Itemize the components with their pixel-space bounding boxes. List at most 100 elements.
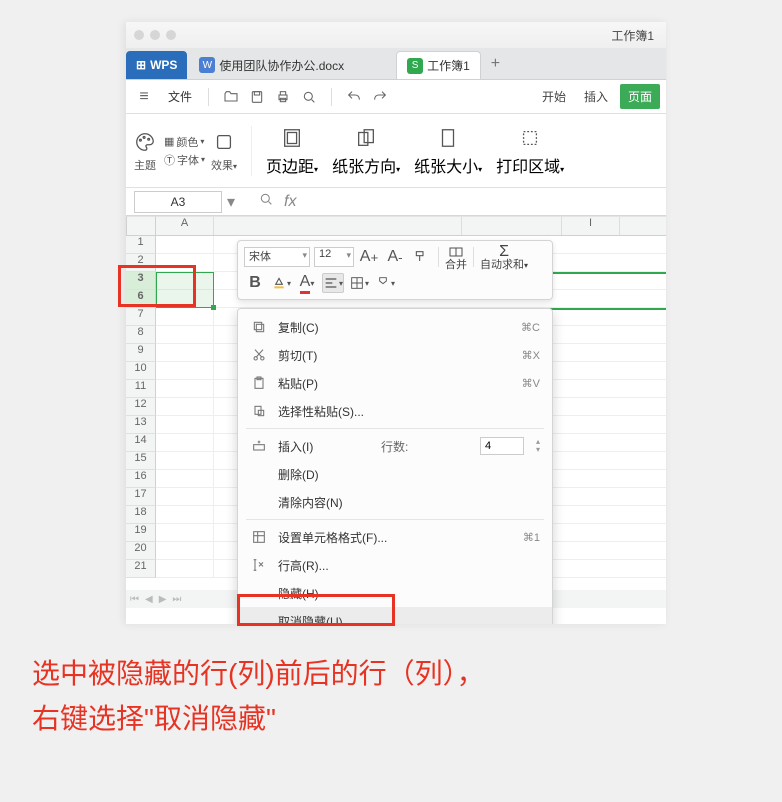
format-painter-icon[interactable] [410,247,432,267]
undo-icon[interactable] [342,85,366,109]
close-icon[interactable] [134,30,144,40]
row-header-selected[interactable]: 3 [126,272,156,290]
ctx-unhide[interactable]: 取消隐藏(U) [238,607,552,624]
wps-home-tab[interactable]: ⊞ WPS [126,51,187,79]
ctx-paste-special[interactable]: 选择性粘贴(S)... [238,397,552,425]
selection [156,272,214,308]
row-headers[interactable]: 1 2 3 6 7 8 9 10 11 12 13 14 15 16 17 18… [126,236,156,590]
font-size-select[interactable]: 12▾ [314,247,354,267]
new-tab-button[interactable]: + [483,55,508,73]
search-icon[interactable] [258,191,274,212]
document-tab-docx[interactable]: W 使用团队协作办公.docx [189,51,354,79]
paste-icon [250,375,268,391]
col-header[interactable] [462,217,562,235]
main-toolbar: ≡ 文件 开始 插入 页面 [126,80,666,114]
tab-insert[interactable]: 插入 [578,88,614,105]
insert-rows-input[interactable] [480,437,524,455]
redo-icon[interactable] [368,85,392,109]
minimize-icon[interactable] [150,30,160,40]
prev-sheet-icon[interactable]: ◀ [145,594,153,605]
row-header[interactable]: 2 [126,254,156,272]
select-all-corner[interactable] [126,216,156,236]
margins-icon [279,125,305,151]
palette-icon[interactable] [132,129,158,155]
ribbon-size[interactable]: 纸张大小▾ [414,125,482,177]
last-sheet-icon[interactable]: ⏭ [172,594,181,605]
row-header[interactable]: 17 [126,488,156,506]
bold-icon[interactable]: B [244,273,266,293]
font-icon[interactable]: Ⓣ [164,152,175,168]
wps-logo-icon: ⊞ [136,58,146,72]
ctx-paste[interactable]: 粘贴(P) ⌘V [238,369,552,397]
ctx-insert[interactable]: 插入(I) 行数: ▴▾ [238,432,552,460]
row-header[interactable]: 10 [126,362,156,380]
autosum-button[interactable]: Σ 自动求和▾ [480,244,528,271]
row-header[interactable]: 16 [126,470,156,488]
titlebar: 工作簿1 [126,22,666,48]
print-icon[interactable] [271,85,295,109]
open-icon[interactable] [219,85,243,109]
row-header[interactable]: 18 [126,506,156,524]
fill-color-icon[interactable]: ▾ [270,273,292,293]
name-box-dropdown[interactable]: ▾ [222,192,240,212]
ctx-hide[interactable]: 隐藏(H) [238,579,552,607]
ctx-clear[interactable]: 清除内容(N) [238,488,552,516]
effects-icon[interactable] [211,129,237,155]
tab-page-layout[interactable]: 页面 [620,84,660,109]
document-tab-sheet[interactable]: S 工作簿1 [396,51,481,79]
divider [208,88,209,106]
mini-toolbar: 宋体▾ 12▾ A+ A- 合并 Σ 自动求和▾ B ▾ A▾ ▾ ▾ ▾ [237,240,553,300]
traffic-lights[interactable] [134,30,176,40]
ctx-copy[interactable]: 复制(C) ⌘C [238,313,552,341]
row-header[interactable]: 1 [126,236,156,254]
row-header-selected[interactable]: 6 [126,290,156,308]
formula-bar: A3 ▾ fx [126,188,666,216]
colors-icon[interactable]: ▦ [164,135,174,148]
align-icon[interactable]: ▾ [322,273,344,293]
ctx-format-cells[interactable]: 设置单元格格式(F)... ⌘1 [238,523,552,551]
stepper[interactable]: ▴▾ [536,438,540,454]
row-header[interactable]: 13 [126,416,156,434]
row-header[interactable]: 21 [126,560,156,578]
ribbon-printarea[interactable]: 打印区域▾ [496,125,564,177]
save-icon[interactable] [245,85,269,109]
col-header[interactable] [214,217,462,235]
row-header[interactable]: 8 [126,326,156,344]
row-header[interactable]: 7 [126,308,156,326]
preview-icon[interactable] [297,85,321,109]
zoom-icon[interactable] [166,30,176,40]
row-header[interactable]: 11 [126,380,156,398]
ctx-row-height[interactable]: 行高(R)... [238,551,552,579]
shape-icon[interactable]: ▾ [374,273,396,293]
row-header[interactable]: 19 [126,524,156,542]
increase-font-icon[interactable]: A+ [358,247,380,267]
row-header[interactable]: 20 [126,542,156,560]
ctx-delete[interactable]: 删除(D) [238,460,552,488]
column-headers[interactable]: A I [156,216,666,236]
font-color-icon[interactable]: A▾ [296,273,318,293]
row-header[interactable]: 12 [126,398,156,416]
ribbon-orientation[interactable]: 纸张方向▾ [332,125,400,177]
col-header[interactable]: A [156,217,214,235]
merge-button[interactable]: 合并 [445,244,467,271]
menu-icon[interactable]: ≡ [132,85,156,109]
row-header[interactable]: 14 [126,434,156,452]
row-header[interactable]: 15 [126,452,156,470]
first-sheet-icon[interactable]: ⏮ [130,594,139,605]
next-sheet-icon[interactable]: ▶ [159,594,167,605]
orientation-icon [353,125,379,151]
col-header[interactable]: I [562,217,620,235]
tab-start[interactable]: 开始 [536,88,572,105]
row-header[interactable]: 9 [126,344,156,362]
ctx-cut[interactable]: 剪切(T) ⌘X [238,341,552,369]
fx-icon[interactable]: fx [284,193,296,211]
decrease-font-icon[interactable]: A- [384,247,406,267]
ribbon-margins[interactable]: 页边距▾ [266,125,318,177]
name-box[interactable]: A3 [134,191,222,213]
app-window: 工作簿1 ⊞ WPS W 使用团队协作办公.docx S 工作簿1 + ≡ 文件 [126,22,666,624]
borders-icon[interactable]: ▾ [348,273,370,293]
file-menu[interactable]: 文件 [162,86,198,107]
divider [251,126,252,176]
copy-icon [250,319,268,335]
font-family-select[interactable]: 宋体▾ [244,247,310,267]
